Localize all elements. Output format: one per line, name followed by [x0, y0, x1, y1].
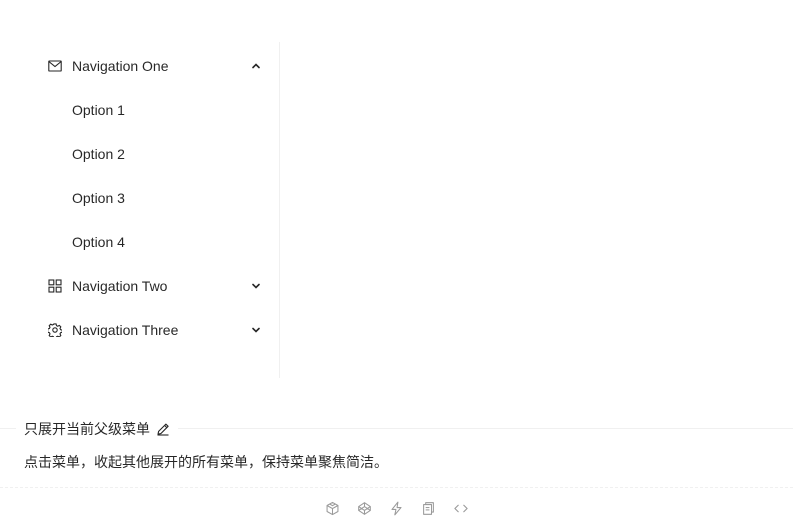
demo-description: 点击菜单，收起其他展开的所有菜单，保持菜单聚焦简洁。	[24, 454, 388, 470]
submenu-title-nav-one[interactable]: Navigation One	[24, 46, 279, 86]
menu-item-option-3[interactable]: Option 3	[24, 178, 279, 218]
demo-area: Navigation One Option 1 Option 2 Option …	[0, 0, 793, 410]
submenu-nav-two: Navigation Two	[24, 266, 279, 306]
submenu-nav-three: Navigation Three	[24, 310, 279, 350]
code-actions	[0, 496, 793, 520]
menu-item-option-1[interactable]: Option 1	[24, 90, 279, 130]
submenu-title-nav-two[interactable]: Navigation Two	[24, 266, 279, 306]
copy-icon[interactable]	[421, 500, 437, 516]
dashed-divider	[0, 487, 793, 488]
stackblitz-icon[interactable]	[389, 500, 405, 516]
inline-menu: Navigation One Option 1 Option 2 Option …	[24, 42, 280, 378]
setting-icon	[48, 323, 62, 337]
submenu-title-nav-three[interactable]: Navigation Three	[24, 310, 279, 350]
menu-item-option-4[interactable]: Option 4	[24, 222, 279, 262]
menu-item-option-2[interactable]: Option 2	[24, 134, 279, 174]
menu-item-label: Option 1	[72, 102, 125, 118]
demo-title: 只展开当前父级菜单	[16, 419, 178, 439]
edit-icon[interactable]	[156, 422, 170, 436]
expand-code-icon[interactable]	[453, 500, 469, 516]
chevron-up-icon	[251, 61, 261, 71]
menu-item-label: Option 3	[72, 190, 125, 206]
demo-title-text: 只展开当前父级菜单	[24, 421, 150, 437]
submenu-label: Navigation Two	[72, 278, 168, 294]
chevron-down-icon	[251, 325, 261, 335]
mail-icon	[48, 59, 62, 73]
codepen-icon[interactable]	[357, 500, 373, 516]
submenu-label: Navigation One	[72, 58, 169, 74]
submenu-nav-one: Navigation One Option 1 Option 2 Option …	[24, 46, 279, 262]
menu-item-label: Option 2	[72, 146, 125, 162]
menu-item-label: Option 4	[72, 234, 125, 250]
submenu-nav-one-items: Option 1 Option 2 Option 3 Option 4	[24, 90, 279, 262]
chevron-down-icon	[251, 281, 261, 291]
codesandbox-icon[interactable]	[325, 500, 341, 516]
appstore-icon	[48, 279, 62, 293]
submenu-label: Navigation Three	[72, 322, 179, 338]
